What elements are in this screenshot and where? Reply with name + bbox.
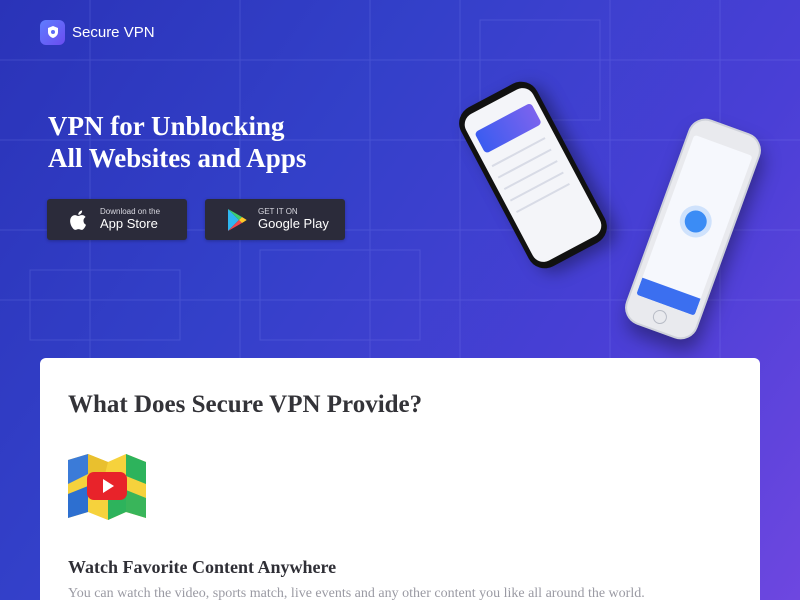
youtube-map-icon xyxy=(68,454,146,520)
shield-icon xyxy=(40,19,65,45)
section-title: What Does Secure VPN Provide? xyxy=(68,391,423,418)
hero-title-line-1: VPN for Unblocking xyxy=(48,111,285,141)
app-store-button[interactable]: Download on the App Store xyxy=(47,199,187,240)
connect-icon xyxy=(681,207,710,236)
brand-logo-link[interactable]: Secure VPN xyxy=(40,19,155,45)
apple-icon xyxy=(64,205,94,235)
brand-name: Secure VPN xyxy=(72,23,155,41)
phone-screen-line xyxy=(509,171,564,202)
google-play-caption: GET IT ON xyxy=(258,207,298,216)
home-button-icon xyxy=(650,308,669,326)
hero-title: VPN for Unblocking All Websites and Apps xyxy=(48,110,408,174)
phone-screen-bar xyxy=(636,277,701,316)
features-card: What Does Secure VPN Provide? Watch Favo… xyxy=(40,358,760,600)
feature-description: You can watch the video, sports match, l… xyxy=(68,586,645,600)
phone-screen-line xyxy=(497,148,552,179)
app-store-caption: Download on the xyxy=(100,207,161,216)
google-play-text: GET IT ON Google Play xyxy=(258,207,329,232)
google-play-button[interactable]: GET IT ON Google Play xyxy=(205,199,345,240)
google-play-label: Google Play xyxy=(258,216,329,231)
app-store-label: App Store xyxy=(100,216,158,231)
phone-screen-line xyxy=(503,160,558,191)
app-store-text: Download on the App Store xyxy=(100,207,160,232)
google-play-icon xyxy=(222,205,252,235)
hero-section: Secure VPN VPN for Unblocking All Websit… xyxy=(0,0,800,600)
feature-title: Watch Favorite Content Anywhere xyxy=(68,557,337,577)
phone-screen-line xyxy=(516,183,570,213)
hero-title-line-2: All Websites and Apps xyxy=(48,143,307,173)
